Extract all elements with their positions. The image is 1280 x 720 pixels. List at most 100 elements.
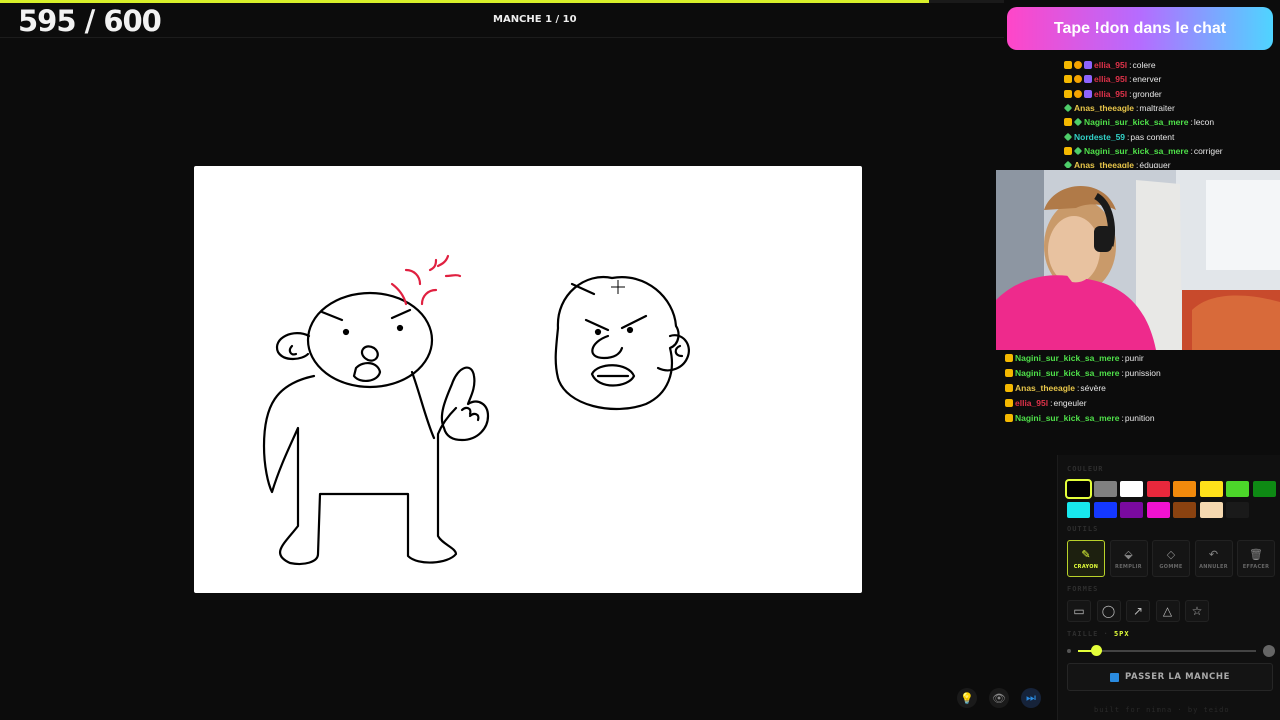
chat-text: punission: [1124, 367, 1161, 378]
color-swatch[interactable]: [1120, 481, 1143, 497]
chat-username[interactable]: Nagini_sur_kick_sa_mere: [1015, 353, 1119, 363]
chat-text: sévère: [1080, 382, 1106, 393]
shape-button[interactable]: ↗: [1126, 600, 1150, 622]
color-swatch[interactable]: [1093, 502, 1117, 518]
crown-badge-icon: [1064, 89, 1072, 98]
color-swatch[interactable]: [1173, 481, 1196, 497]
chat-separator: :: [1190, 145, 1193, 156]
size-max-dot: [1263, 645, 1275, 657]
tool-label: REMPLIR: [1115, 563, 1142, 570]
pass-round-button[interactable]: PASSER LA MANCHE: [1067, 663, 1273, 691]
chat-username[interactable]: ellia_95l: [1094, 89, 1127, 99]
chat-username[interactable]: Nagini_sur_kick_sa_mere: [1015, 413, 1119, 423]
chat-message: ellia_95l: gronder: [1064, 87, 1280, 101]
chat-username[interactable]: Nagini_sur_kick_sa_mere: [1084, 146, 1188, 156]
color-swatch[interactable]: [1065, 479, 1092, 499]
chat-username[interactable]: Nordeste_59: [1074, 132, 1125, 142]
score-counter: 595 / 600: [18, 4, 162, 38]
chat-separator: :: [1136, 160, 1139, 168]
crown-badge-icon: [1005, 368, 1013, 377]
shape-button[interactable]: ☆: [1185, 600, 1209, 622]
chat-username[interactable]: ellia_95l: [1094, 74, 1127, 84]
shapes-section-label: FORMES: [1067, 585, 1099, 593]
color-swatch[interactable]: [1226, 502, 1249, 518]
color-swatch[interactable]: [1252, 481, 1276, 497]
chat-username[interactable]: Anas_theeagle: [1074, 160, 1134, 168]
chat-username[interactable]: Nagini_sur_kick_sa_mere: [1015, 368, 1119, 378]
eye-button[interactable]: 👁: [989, 688, 1009, 708]
chat-message: Nagini_sur_kick_sa_mere: punition: [1005, 410, 1280, 425]
stroke-right-ear: [656, 334, 690, 372]
tool-button-gomme[interactable]: ◇ GOMME: [1152, 540, 1190, 577]
tool-panel: COULEUR OUTILS ✎ CRAYON ⬙ REMPLIR ◇ GOMME ↶ ANN…: [1057, 455, 1280, 720]
color-swatch[interactable]: [1146, 481, 1170, 497]
crown-badge-icon: [1064, 118, 1072, 127]
chat-text: maltraiter: [1139, 103, 1175, 114]
chat-feed-top: ellia_95l: colere ellia_95l: enerver ellia…: [1064, 58, 1280, 168]
coin-badge-icon: [1074, 75, 1082, 84]
color-swatch[interactable]: [1173, 502, 1196, 518]
green-badge-icon: [1073, 146, 1083, 156]
gem-badge-icon: [1084, 89, 1092, 98]
tool-button-effacer[interactable]: 🗑 EFFACER: [1237, 540, 1275, 577]
color-swatch[interactable]: [1199, 502, 1223, 518]
trash-icon: 🗑: [1249, 547, 1263, 561]
skip-button[interactable]: ⏭: [1021, 688, 1041, 708]
color-swatch[interactable]: [1067, 502, 1090, 518]
chat-username[interactable]: Nagini_sur_kick_sa_mere: [1084, 117, 1188, 127]
color-swatch[interactable]: [1120, 502, 1143, 518]
donation-banner: Tape !don dans le chat: [1007, 7, 1273, 50]
star-icon: ☆: [1191, 604, 1203, 618]
chat-separator: :: [1127, 131, 1130, 142]
chat-username[interactable]: ellia_95l: [1015, 398, 1048, 408]
chat-username[interactable]: Anas_theeagle: [1015, 383, 1075, 393]
stroke-finger-hand: [440, 366, 490, 442]
color-swatch[interactable]: [1146, 502, 1170, 518]
chat-message: Nagini_sur_kick_sa_mere: corriger: [1064, 144, 1280, 158]
gem-badge-icon: [1084, 75, 1092, 84]
size-label: TAILLE · 5PX: [1067, 630, 1130, 638]
color-swatch[interactable]: [1226, 481, 1249, 497]
chat-text: éduquer: [1139, 160, 1171, 168]
chat-separator: :: [1129, 88, 1132, 99]
header-divider: [0, 37, 1004, 38]
chat-username[interactable]: ellia_95l: [1094, 60, 1127, 70]
chat-feed-bottom: Nagini_sur_kick_sa_mere: punir Nagini_sur…: [1005, 350, 1280, 425]
stroke-bald-brows: [570, 282, 648, 332]
crown-badge-icon: [1064, 61, 1072, 70]
color-swatch[interactable]: [1093, 481, 1117, 497]
stroke-nose: [360, 345, 379, 362]
stroke-body: [262, 374, 458, 566]
tool-button-crayon[interactable]: ✎ CRAYON: [1067, 540, 1105, 577]
chat-text: pas content: [1130, 131, 1175, 142]
tool-label: CRAYON: [1073, 563, 1099, 570]
shape-button[interactable]: △: [1155, 600, 1180, 622]
color-swatch[interactable]: [1199, 481, 1223, 497]
chat-separator: :: [1121, 412, 1124, 423]
brush-size-slider[interactable]: [1078, 650, 1256, 652]
undo-icon: ↶: [1208, 547, 1219, 561]
stroke-bald-nose: [591, 334, 624, 360]
chat-text: engeuler: [1053, 397, 1087, 408]
rectangle-icon: ▭: [1073, 604, 1085, 618]
tool-button-annuler[interactable]: ↶ ANNULER: [1194, 540, 1233, 577]
size-value: 5PX: [1113, 630, 1130, 638]
chat-message: Anas_theeagle: maltraiter: [1064, 101, 1280, 115]
chat-separator: :: [1129, 60, 1132, 71]
brush-size-thumb[interactable]: [1090, 645, 1102, 656]
shape-button[interactable]: ▭: [1067, 600, 1091, 622]
stroke-angry-brows: [320, 308, 412, 322]
green-badge-icon: [1064, 132, 1073, 141]
tool-button-remplir[interactable]: ⬙ REMPLIR: [1109, 540, 1148, 577]
game-screen: 595 / 600 MANCHE 1 / 10 Tape !don dans l…: [0, 0, 1280, 720]
chat-username[interactable]: Anas_theeagle: [1074, 103, 1134, 113]
streamer-webcam: [996, 170, 1280, 350]
lightbulb-button[interactable]: 💡: [957, 688, 977, 708]
pencil-icon: ✎: [1081, 547, 1091, 561]
eraser-icon: ◇: [1166, 547, 1176, 561]
drawing-canvas[interactable]: [194, 166, 862, 593]
chat-separator: :: [1077, 382, 1080, 393]
shape-button[interactable]: ◯: [1096, 600, 1121, 622]
chat-message: Nagini_sur_kick_sa_mere: punir: [1005, 350, 1280, 365]
round-indicator: MANCHE 1 / 10: [493, 14, 577, 25]
